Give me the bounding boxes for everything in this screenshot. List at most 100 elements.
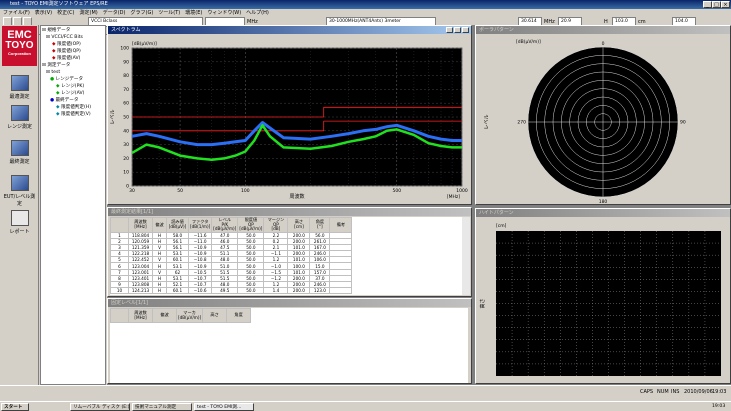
minimize-button[interactable]: _ (703, 1, 712, 8)
menu-calibrate[interactable]: 校正(C) (57, 9, 74, 17)
tree-node[interactable]: ● 最終データ (42, 97, 104, 104)
tree-node[interactable]: ◆ 限度値(AV) (42, 55, 104, 62)
nav-final-measure[interactable]: 最終測定 (3, 140, 36, 165)
column-header[interactable]: 角度 [°] (309, 217, 331, 233)
level-window: 固定レベル[1/1] 周波数 [MHz] 偏波 マーカ [dB(μV/m)] 高さ 角度 (107, 298, 472, 384)
taskbar-clock: 19:03 (712, 404, 726, 409)
table-cell: 123.0 (309, 287, 331, 295)
result-title: 最終測定結果[1/1] (111, 209, 153, 215)
column-header[interactable] (110, 217, 129, 233)
y-tick-label: 80 (123, 73, 129, 79)
radar-tick: 180 (599, 199, 608, 204)
table-cell: 120.059 (128, 237, 153, 245)
table-cell: 123.001 (128, 268, 153, 276)
window-title: test - TOYO EMI測定ソフトウェア EPS/RE (10, 1, 108, 7)
column-header[interactable]: 角度 (226, 308, 252, 323)
column-header[interactable]: 限度値 QP [dB(μV/m)] (237, 217, 265, 233)
y-axis-label: レベル (110, 109, 116, 124)
column-header[interactable]: 読み値 [dB(μV)] (166, 217, 189, 233)
task-item[interactable]: リムーバブル ディスク (E:) (70, 403, 130, 411)
column-header[interactable]: ファクタ [dB(1/m)] (187, 217, 213, 233)
task-item[interactable]: 技術マニュアル測定 (132, 403, 192, 411)
height-ylabel: 高さ (479, 298, 486, 308)
mdi-area: スペクトラム 0 10 20 30 40 50 60 70 80 90 100 30 50 100 500 1… (107, 25, 731, 385)
tree-node[interactable]: ◆ 限度値判定(V) (42, 111, 104, 118)
x-tick-label: 100 (241, 188, 250, 194)
tree-node[interactable]: ◆ 限度値判定(H) (42, 104, 104, 111)
spectrum-title: スペクトラム (111, 27, 141, 33)
menu-window[interactable]: ウィンドウ(W) (207, 9, 241, 17)
tree-node[interactable]: ◆ レンジ(AV) (42, 90, 104, 97)
radar-tick: 270 (517, 120, 526, 126)
y-tick-label: 20 (123, 156, 129, 162)
level-icon (10, 175, 29, 191)
start-button[interactable]: スタート (1, 403, 29, 411)
max-button[interactable] (454, 27, 461, 33)
table-cell: 121.359 (128, 243, 153, 252)
menu-tools[interactable]: ツール(T) (158, 9, 180, 17)
x-tick-label: 30 (129, 188, 135, 194)
min-button[interactable] (446, 27, 453, 33)
polar-window: ポーラパターン [dB(μV/m)] 0 90 180 270 レベル (475, 25, 731, 205)
nav-optimal-measure[interactable]: 最適測定 (3, 75, 36, 100)
column-header[interactable]: 偏波 (152, 308, 177, 323)
radar-unit: [dB(μV/m)] (516, 39, 541, 45)
table-row[interactable]: 10 124.213 H 60.1 −10.6 49.5 50.0 1.4 200.0 123.0 (110, 287, 353, 295)
menu-file[interactable]: ファイル(F) (3, 9, 30, 17)
close-button[interactable] (462, 27, 469, 33)
result-table-wrap: 周波数 [MHz] 偏波 読み値 [dB(μV)] ファクタ [dB(1/m)] レベル P/K… (110, 217, 462, 295)
x-tick-label: 500 (392, 188, 401, 194)
table-cell: 118.804 (128, 231, 153, 239)
table-scrollbar[interactable] (462, 217, 470, 295)
title-bar: test - TOYO EMI測定ソフトウェア EPS/RE _ □ × (0, 0, 731, 9)
table-cell: H (152, 287, 167, 295)
spectrum-window: スペクトラム 0 10 20 30 40 50 60 70 80 90 100 30 50 100 500 1… (107, 25, 472, 205)
column-header[interactable]: 高さ (202, 308, 228, 323)
nav-level-measure[interactable]: EUT/レベル測定 (3, 175, 36, 207)
level-title: 固定レベル[1/1] (111, 300, 148, 306)
column-header[interactable]: 周波数 [MHz] (128, 217, 153, 233)
table-cell: 122.218 (128, 250, 153, 258)
tree-node[interactable]: ⊟ test (42, 69, 104, 76)
level-table: 周波数 [MHz] 偏波 マーカ [dB(μV/m)] 高さ 角度 (110, 308, 252, 323)
column-header[interactable]: マージン QP [dB] (263, 217, 289, 233)
menu-environment[interactable]: 環境(E) (185, 9, 202, 17)
tree-node[interactable]: ⊟ 規格データ (42, 27, 104, 34)
menu-help[interactable]: ヘルプ(H) (246, 9, 269, 17)
x-unit: [MHz] (447, 194, 460, 200)
y-tick-label: 30 (123, 142, 129, 148)
tree-node[interactable]: ● レンジデータ (42, 76, 104, 83)
close-button[interactable]: × (721, 1, 730, 8)
y-tick-label: 50 (123, 115, 129, 121)
table-cell: 123.401 (128, 274, 153, 283)
status-time: 19:03 (712, 389, 727, 395)
column-header[interactable]: 高さ [cm] (287, 217, 311, 233)
column-header[interactable]: 偏波 (152, 217, 167, 233)
tree-node[interactable]: ◆ 限度値(OP) (42, 41, 104, 48)
menu-view[interactable]: 表示(V) (35, 9, 52, 17)
menu-data[interactable]: データ(D) (103, 9, 126, 17)
caps-indicator: CAPS (640, 389, 654, 395)
tree-node[interactable]: ◆ レンジ(PK) (42, 83, 104, 90)
menu-graph[interactable]: グラフ(G) (131, 9, 154, 17)
column-header[interactable]: マーカ [dB(μV/m)] (175, 308, 204, 323)
task-item[interactable]: test - TOYO EMI測... (194, 403, 254, 411)
height-unit: [cm] (496, 223, 507, 229)
column-header[interactable]: 周波数 [MHz] (128, 308, 153, 323)
column-header[interactable]: 備考 (329, 217, 353, 233)
nav-range-measure[interactable]: レンジ測定 (3, 105, 36, 130)
tree-node[interactable]: ◆ 限度値(QP) (42, 48, 104, 55)
tree-node[interactable]: ⊟ VCCI/FCC Bits (42, 34, 104, 41)
y-tick-label: 100 (120, 46, 129, 52)
range-icon (10, 105, 29, 121)
height-title: ハイトパターン (479, 210, 514, 216)
tree-node[interactable]: ⊟ 測定データ (42, 62, 104, 69)
polar-chart: [dB(μV/m)] 0 90 180 270 レベル (484, 39, 686, 204)
column-header[interactable]: レベル P/K [dB(μV/m)] (211, 217, 239, 233)
result-window: 最終測定結果[1/1] 周波数 [MHz] 偏波 読み値 [dB(μV)] ファクタ [dB… (107, 207, 472, 297)
nav-report[interactable]: レポート (3, 210, 36, 235)
menu-measure[interactable]: 測定(M) (80, 9, 98, 17)
table-cell: 1.4 (263, 287, 289, 295)
maximize-button[interactable]: □ (712, 1, 721, 8)
report-icon (10, 210, 29, 226)
